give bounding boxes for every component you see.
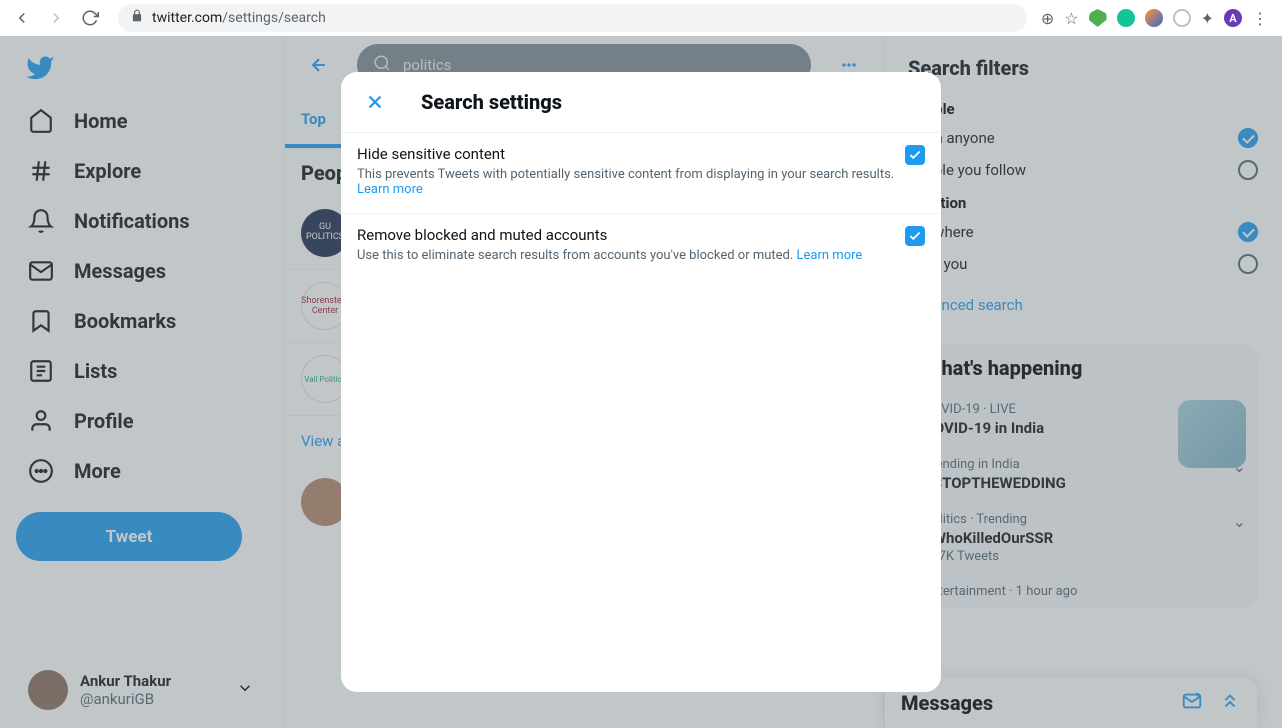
close-button[interactable] (357, 84, 393, 120)
ext-shield-icon[interactable] (1089, 9, 1107, 27)
setting-title: Hide sensitive content (357, 145, 925, 163)
browser-reload-button[interactable] (76, 4, 104, 32)
browser-toolbar: twitter.com/settings/search ⊕ ☆ ✦ A ⋮ (0, 0, 1282, 36)
ext-puzzle-icon[interactable]: ✦ (1201, 9, 1214, 28)
url-path: /settings/search (222, 10, 326, 26)
search-settings-modal: Search settings Hide sensitive content T… (341, 72, 941, 692)
learn-more-link[interactable]: Learn more (797, 248, 863, 263)
setting-hide-sensitive: Hide sensitive content This prevents Twe… (341, 133, 941, 214)
browser-profile-avatar[interactable]: A (1224, 9, 1242, 27)
ext-grammarly-icon[interactable] (1117, 9, 1135, 27)
add-icon[interactable]: ⊕ (1041, 9, 1054, 28)
browser-back-button[interactable] (8, 4, 36, 32)
ext-disabled-icon[interactable] (1173, 9, 1191, 27)
modal-title: Search settings (421, 90, 562, 114)
setting-remove-blocked: Remove blocked and muted accounts Use th… (341, 214, 941, 279)
modal-overlay: Search settings Hide sensitive content T… (0, 36, 1282, 728)
browser-extensions: ⊕ ☆ ✦ A ⋮ (1041, 9, 1274, 28)
setting-desc: Use this to eliminate search results fro… (357, 244, 925, 263)
star-icon[interactable]: ☆ (1064, 9, 1078, 28)
browser-menu-icon[interactable]: ⋮ (1252, 9, 1268, 28)
checkbox-checked[interactable] (905, 226, 925, 246)
setting-title: Remove blocked and muted accounts (357, 226, 925, 244)
browser-url-bar[interactable]: twitter.com/settings/search (118, 4, 1027, 32)
ext-similarweb-icon[interactable] (1145, 9, 1163, 27)
checkbox-checked[interactable] (905, 145, 925, 165)
browser-forward-button[interactable] (42, 4, 70, 32)
learn-more-link[interactable]: Learn more (357, 182, 423, 197)
lock-icon (130, 9, 144, 27)
setting-desc: This prevents Tweets with potentially se… (357, 163, 925, 197)
url-domain: twitter.com (152, 10, 222, 26)
